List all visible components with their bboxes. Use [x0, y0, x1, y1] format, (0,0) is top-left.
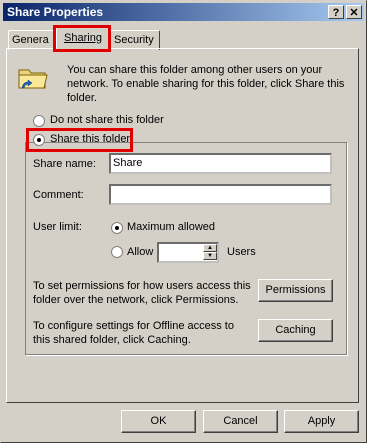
do-not-share-radio[interactable]	[33, 115, 45, 127]
users-unit-label: Users	[227, 246, 256, 258]
tab-general[interactable]: Genera	[8, 30, 56, 50]
ok-button[interactable]: OK	[121, 410, 196, 433]
allow-radio[interactable]	[111, 246, 123, 258]
permissions-button[interactable]: Permissions	[258, 279, 333, 302]
tab-security[interactable]: Security	[110, 30, 160, 50]
share-name-label: Share name:	[33, 158, 96, 170]
allow-users-input[interactable]: ▲ ▼	[157, 242, 219, 263]
spin-up-icon[interactable]: ▲	[203, 244, 217, 252]
do-not-share-label: Do not share this folder	[50, 114, 164, 126]
window-title: Share Properties	[7, 5, 104, 19]
maximum-allowed-radio[interactable]	[111, 222, 123, 234]
permissions-text: To set permissions for how users access …	[33, 280, 251, 306]
title-bar: Share Properties ? ✕	[3, 3, 364, 21]
tab-general-label: Genera	[12, 34, 49, 46]
sharing-info-text: You can share this folder among other us…	[67, 64, 345, 104]
share-this-folder-label: Share this folder	[50, 133, 131, 145]
shared-folder-icon	[18, 69, 48, 89]
tab-sharing[interactable]: Sharing	[56, 27, 110, 50]
allow-label: Allow	[127, 246, 154, 258]
caching-button[interactable]: Caching	[258, 319, 333, 342]
help-button[interactable]: ?	[328, 5, 344, 19]
comment-label: Comment:	[33, 189, 84, 201]
apply-button[interactable]: Apply	[284, 410, 359, 433]
maximum-allowed-label: Maximum allowed	[127, 221, 216, 233]
close-button[interactable]: ✕	[346, 5, 362, 19]
user-limit-label: User limit:	[33, 221, 82, 233]
tab-sharing-label: Sharing	[64, 32, 102, 44]
comment-input[interactable]	[109, 184, 332, 205]
share-this-folder-radio[interactable]	[33, 134, 45, 146]
share-name-input[interactable]: Share	[109, 153, 332, 174]
spin-down-icon[interactable]: ▼	[203, 252, 217, 260]
cancel-button[interactable]: Cancel	[203, 410, 278, 433]
tab-security-label: Security	[114, 34, 154, 46]
caching-text: To configure settings for Offline access…	[33, 320, 234, 346]
